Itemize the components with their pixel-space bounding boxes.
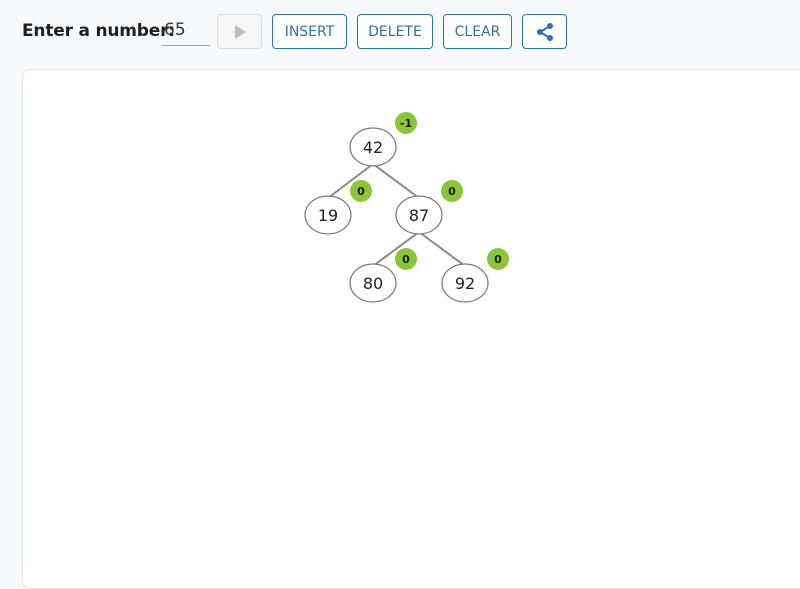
clear-button[interactable]: CLEAR <box>443 14 512 49</box>
tree-node-42[interactable]: 42 -1 <box>349 112 417 167</box>
tree-node-value: 87 <box>409 206 429 225</box>
balance-value: 0 <box>402 253 410 266</box>
tree-node-value: 92 <box>455 274 475 293</box>
tree-edge <box>418 231 466 267</box>
number-input[interactable] <box>162 15 210 46</box>
toolbar: Enter a number: INSERT DELETE CLEAR <box>0 0 800 64</box>
insert-button[interactable]: INSERT <box>272 14 347 49</box>
share-icon <box>536 22 553 41</box>
delete-button[interactable]: DELETE <box>357 14 433 49</box>
balance-value: 0 <box>357 185 365 198</box>
share-button[interactable] <box>522 14 567 49</box>
tree-node-19[interactable]: 19 0 <box>304 180 372 235</box>
balance-value: 0 <box>494 253 502 266</box>
tree-node-80[interactable]: 80 0 <box>349 248 417 303</box>
tree-node-value: 80 <box>363 274 383 293</box>
tree-edge <box>372 163 420 199</box>
play-button[interactable] <box>217 14 262 49</box>
balance-value: 0 <box>448 185 456 198</box>
avl-tree: 42 -1 19 0 87 0 80 0 92 0 <box>304 112 509 303</box>
play-icon <box>234 24 246 39</box>
tree-node-value: 42 <box>363 138 383 157</box>
number-label: Enter a number: <box>22 21 175 41</box>
balance-value: -1 <box>400 117 412 130</box>
tree-node-value: 19 <box>318 206 338 225</box>
tree-canvas: 42 -1 19 0 87 0 80 0 92 0 <box>22 69 800 589</box>
